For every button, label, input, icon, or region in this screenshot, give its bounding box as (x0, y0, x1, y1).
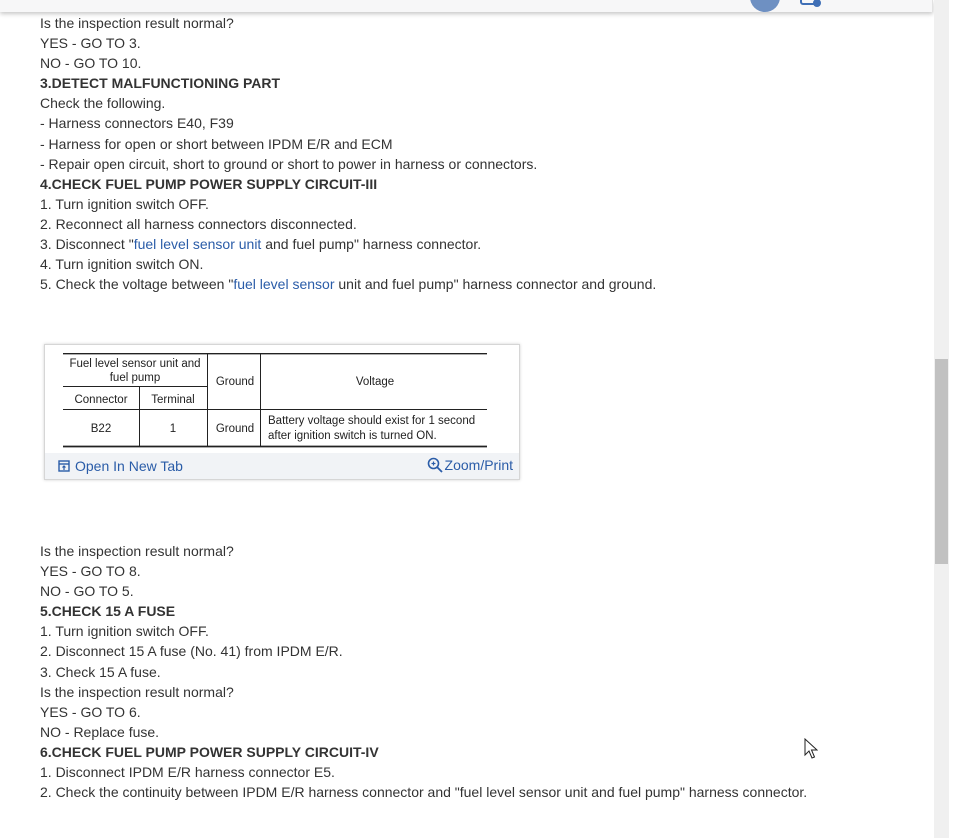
procedure-line: NO - Replace fuse. (40, 723, 160, 740)
table-header-group-2: fuel pump (110, 372, 161, 384)
step-disconnect-connector: 3. Disconnect "fuel level sensor unit an… (40, 236, 482, 253)
fuel-level-sensor-link[interactable]: fuel level sensor (233, 276, 334, 292)
procedure-line: 2. Disconnect 15 A fuse (No. 41) from IP… (40, 643, 343, 660)
procedure-line: - Harness for open or short between IPDM… (40, 135, 393, 152)
procedure-line: YES - GO TO 8. (40, 563, 141, 580)
table-cell-terminal: 1 (170, 423, 176, 435)
procedure-line: Check the following. (40, 95, 166, 112)
procedure-line: 3. Check 15 A fuse. (40, 663, 161, 680)
voltage-spec-table: Fuel level sensor unit and fuel pump Con… (63, 352, 489, 452)
procedure-line: 1. Turn ignition switch OFF. (40, 623, 209, 640)
procedure-line: YES - GO TO 6. (40, 703, 141, 720)
procedure-content-continued: Is the inspection result normal? YES - GO… (40, 541, 910, 802)
procedure-line: Is the inspection result normal? (40, 15, 234, 31)
procedure-line: - Harness connectors E40, F39 (40, 115, 234, 132)
figure-action-bar: Open In New Tab Zoom/Print (45, 453, 519, 479)
procedure-line: Is the inspection result normal? (40, 543, 234, 559)
table-header-connector: Connector (74, 394, 127, 406)
zoom-icon (427, 457, 443, 473)
table-cell-ground: Ground (216, 423, 254, 435)
procedure-line: NO - GO TO 5. (40, 583, 134, 600)
procedure-line: 2. Reconnect all harness connectors disc… (40, 215, 357, 232)
zoom-print-button[interactable]: Zoom/Print (427, 457, 513, 473)
section-heading: 5.CHECK 15 A FUSE (40, 603, 176, 620)
table-cell-connector: B22 (91, 423, 111, 435)
chat-icon[interactable] (800, 0, 822, 8)
procedure-line: - Repair open circuit, short to ground o… (40, 155, 538, 172)
procedure-line: 2. Check the continuity between IPDM E/R… (40, 784, 808, 801)
zoom-print-label: Zoom/Print (444, 457, 513, 473)
top-toolbar (0, 0, 933, 12)
table-cell-voltage-1: Battery voltage should exist for 1 secon… (268, 415, 475, 427)
mouse-cursor-icon (804, 738, 818, 759)
user-avatar[interactable] (750, 0, 780, 12)
fuel-level-sensor-unit-link[interactable]: fuel level sensor unit (134, 236, 262, 252)
step-check-voltage: 5. Check the voltage between "fuel level… (40, 276, 657, 293)
open-in-new-tab-label: Open In New Tab (75, 458, 183, 474)
open-new-tab-icon (58, 460, 70, 472)
scrollbar-thumb[interactable] (935, 359, 948, 564)
table-header-voltage: Voltage (356, 376, 394, 388)
table-header-group: Fuel level sensor unit and (69, 358, 200, 370)
table-cell-voltage-2: after ignition switch is turned ON. (268, 430, 437, 442)
section-heading: 3.DETECT MALFUNCTIONING PART (40, 75, 281, 92)
procedure-line: 1. Turn ignition switch OFF. (40, 195, 209, 212)
procedure-content: Is the inspection result normal? YES - GO… (40, 13, 910, 294)
procedure-line: 1. Disconnect IPDM E/R harness connector… (40, 764, 335, 781)
section-heading: 4.CHECK FUEL PUMP POWER SUPPLY CIRCUIT-I… (40, 175, 378, 192)
procedure-line: YES - GO TO 3. (40, 35, 141, 52)
open-in-new-tab-button[interactable]: Open In New Tab (58, 458, 183, 474)
table-header-ground: Ground (216, 376, 254, 388)
step-ignition-on: 4. Turn ignition switch ON. (40, 256, 204, 273)
procedure-line: NO - GO TO 10. (40, 55, 142, 72)
procedure-line: Is the inspection result normal? (40, 683, 234, 700)
section-heading: 6.CHECK FUEL PUMP POWER SUPPLY CIRCUIT-I… (40, 743, 379, 760)
voltage-table-figure: Fuel level sensor unit and fuel pump Con… (44, 344, 520, 480)
table-header-terminal: Terminal (151, 394, 194, 406)
